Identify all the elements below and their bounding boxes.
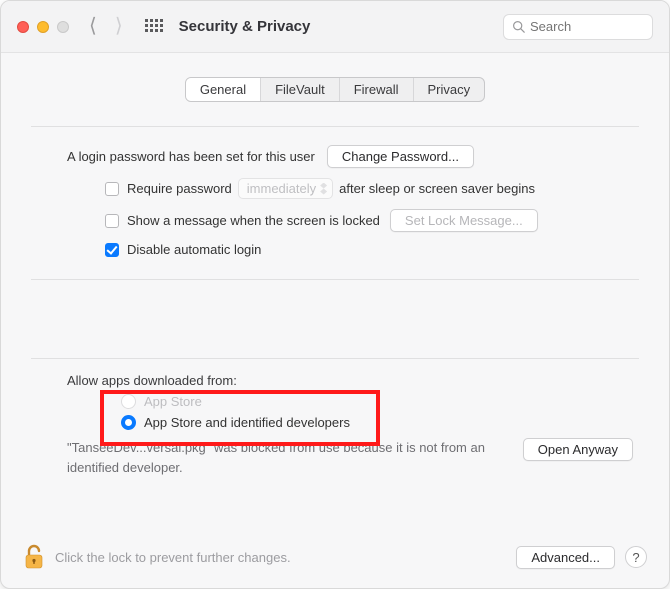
- identified-developers-radio-label: App Store and identified developers: [144, 415, 350, 430]
- radio-row-app-store: App Store: [121, 394, 639, 409]
- show-message-label: Show a message when the screen is locked: [127, 213, 380, 228]
- disable-auto-login-checkbox[interactable]: [105, 243, 119, 257]
- zoom-window-button: [57, 21, 69, 33]
- disable-auto-login-row: Disable automatic login: [31, 242, 639, 257]
- require-password-delay-value: immediately: [247, 181, 316, 196]
- login-panel: A login password has been set for this u…: [31, 126, 639, 280]
- back-button[interactable]: ⟨: [89, 16, 97, 36]
- tab-general[interactable]: General: [186, 78, 261, 101]
- tab-privacy[interactable]: Privacy: [414, 78, 485, 101]
- app-store-radio-label: App Store: [144, 394, 202, 409]
- open-anyway-button[interactable]: Open Anyway: [523, 438, 633, 461]
- search-input[interactable]: [530, 19, 644, 34]
- help-button[interactable]: ?: [625, 546, 647, 568]
- lock-icon[interactable]: [23, 544, 45, 570]
- lock-help-text: Click the lock to prevent further change…: [55, 550, 506, 565]
- show-all-icon[interactable]: [145, 19, 161, 35]
- blocked-app-text: "TanseeDev...versal.pkg" was blocked fro…: [67, 438, 505, 477]
- require-password-row: Require password immediately after sleep…: [31, 178, 639, 199]
- advanced-button[interactable]: Advanced...: [516, 546, 615, 569]
- password-set-text: A login password has been set for this u…: [67, 149, 315, 164]
- window-title: Security & Privacy: [179, 18, 311, 35]
- allow-apps-radio-group: App Store App Store and identified devel…: [31, 394, 639, 430]
- show-message-row: Show a message when the screen is locked…: [31, 209, 639, 232]
- require-password-suffix: after sleep or screen saver begins: [339, 181, 535, 196]
- tab-firewall[interactable]: Firewall: [340, 78, 414, 101]
- password-set-row: A login password has been set for this u…: [31, 145, 639, 168]
- tab-segmented-control: General FileVault Firewall Privacy: [185, 77, 485, 102]
- change-password-button[interactable]: Change Password...: [327, 145, 474, 168]
- blocked-app-row: "TanseeDev...versal.pkg" was blocked fro…: [31, 438, 639, 477]
- help-icon: ?: [632, 550, 639, 565]
- show-message-checkbox[interactable]: [105, 214, 119, 228]
- titlebar: ⟨ ⟩ Security & Privacy: [1, 1, 669, 53]
- preferences-window: ⟨ ⟩ Security & Privacy General FileVault…: [0, 0, 670, 589]
- require-password-delay-select[interactable]: immediately: [238, 178, 333, 199]
- nav-arrows: ⟨ ⟩: [89, 17, 123, 37]
- traffic-lights: [17, 21, 69, 33]
- disable-auto-login-label: Disable automatic login: [127, 242, 261, 257]
- require-password-checkbox[interactable]: [105, 182, 119, 196]
- app-store-radio: [121, 394, 136, 409]
- radio-row-identified: App Store and identified developers: [121, 415, 639, 430]
- tab-filevault[interactable]: FileVault: [261, 78, 340, 101]
- footer: Click the lock to prevent further change…: [1, 530, 669, 588]
- gatekeeper-section: Allow apps downloaded from: App Store Ap…: [25, 359, 645, 477]
- tab-bar: General FileVault Firewall Privacy: [25, 77, 645, 102]
- allow-apps-label: Allow apps downloaded from:: [31, 373, 639, 388]
- search-icon: [512, 20, 525, 33]
- require-password-label: Require password: [127, 181, 232, 196]
- close-window-button[interactable]: [17, 21, 29, 33]
- forward-button[interactable]: ⟩: [115, 16, 123, 36]
- minimize-window-button[interactable]: [37, 21, 49, 33]
- search-field[interactable]: [503, 14, 653, 40]
- set-lock-message-button[interactable]: Set Lock Message...: [390, 209, 538, 232]
- content-area: General FileVault Firewall Privacy A log…: [1, 53, 669, 477]
- identified-developers-radio[interactable]: [121, 415, 136, 430]
